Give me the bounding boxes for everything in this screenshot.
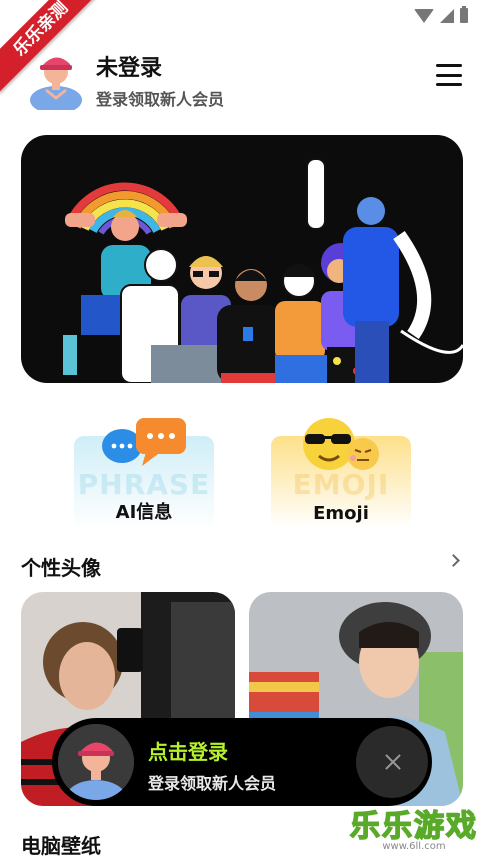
card-watermark: PHRASE	[77, 468, 211, 501]
menu-line	[436, 73, 462, 77]
menu-line	[436, 64, 462, 67]
login-subtitle: 登录领取新人会员	[148, 774, 277, 793]
login-title[interactable]: 点击登录	[148, 736, 228, 765]
profile-header: 未登录 登录领取新人会员	[20, 46, 462, 116]
user-subtitle[interactable]: 登录领取新人会员	[96, 86, 224, 110]
section-title-wallpaper: 电脑壁纸	[21, 834, 101, 858]
chevron-right-icon[interactable]	[447, 554, 460, 567]
emoji-card[interactable]: EMOJI Emoji	[271, 418, 411, 528]
chat-bubbles-icon	[102, 418, 186, 466]
people-illustration	[63, 158, 463, 383]
battery-icon	[460, 6, 468, 23]
user-avatar-icon	[58, 724, 134, 800]
banner[interactable]	[21, 135, 463, 383]
status-icons	[414, 6, 468, 23]
close-button[interactable]	[356, 726, 428, 798]
app-screen: 乐乐亲测 未登录 登录领取新人会员 PHRASE AI信息 EMOJI Emoj…	[0, 0, 482, 858]
login-avatar	[58, 724, 134, 800]
menu-line	[436, 83, 462, 86]
wifi-icon	[414, 8, 434, 23]
signal-icon	[440, 8, 454, 23]
ai-info-label: AI信息	[115, 502, 173, 523]
ai-info-card[interactable]: PHRASE AI信息	[74, 418, 214, 528]
site-watermark: 乐乐游戏 www.6ll.com	[349, 801, 478, 852]
watermark-logo-text: 乐乐游戏	[349, 808, 478, 845]
login-banner[interactable]: 点击登录 登录领取新人会员	[52, 718, 432, 806]
section-title-avatars: 个性头像	[21, 556, 101, 580]
emoji-label: Emoji	[313, 503, 369, 524]
menu-button[interactable]	[436, 64, 462, 86]
user-name[interactable]: 未登录	[96, 50, 162, 82]
emoji-face-icon	[303, 418, 379, 470]
